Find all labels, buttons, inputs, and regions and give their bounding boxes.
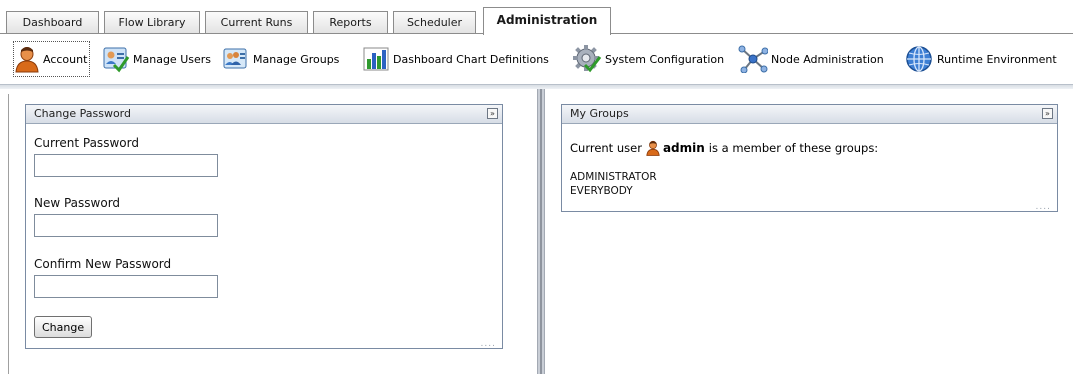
toolbar-system-configuration-label: System Configuration bbox=[605, 52, 725, 66]
tab-flow-library[interactable]: Flow Library bbox=[104, 11, 200, 34]
toolbar-account[interactable]: Account bbox=[13, 41, 91, 77]
toolbar-manage-users-label: Manage Users bbox=[133, 52, 211, 66]
change-button[interactable]: Change bbox=[34, 316, 93, 338]
group-item: EVERYBODY bbox=[570, 185, 633, 197]
collapse-icon[interactable]: » bbox=[487, 108, 498, 119]
gear-icon bbox=[572, 44, 602, 74]
tab-current-runs[interactable]: Current Runs bbox=[205, 11, 308, 34]
collapse-icon[interactable]: » bbox=[1042, 108, 1053, 119]
resize-grip[interactable]: .... bbox=[481, 340, 496, 349]
toolbar-manage-users[interactable]: Manage Users bbox=[102, 41, 211, 77]
toolbar-dashboard-chart-definitions-label: Dashboard Chart Definitions bbox=[393, 52, 549, 66]
toolbar-manage-groups-label: Manage Groups bbox=[253, 52, 340, 66]
tab-administration[interactable]: Administration bbox=[483, 7, 611, 35]
change-password-portlet: Change Password » Current Password New P… bbox=[25, 104, 503, 349]
toolbar-runtime-environment[interactable]: Runtime Environment bbox=[904, 41, 1057, 77]
manage-groups-icon bbox=[222, 45, 250, 73]
new-password-field[interactable] bbox=[34, 214, 218, 237]
user-icon bbox=[14, 45, 40, 73]
tab-reports[interactable]: Reports bbox=[313, 11, 388, 34]
pane-splitter[interactable] bbox=[537, 89, 545, 374]
manage-users-icon bbox=[102, 45, 130, 73]
toolbar-node-administration-label: Node Administration bbox=[771, 52, 884, 66]
change-password-header: Change Password » bbox=[26, 105, 502, 124]
toolbar-system-configuration[interactable]: System Configuration bbox=[572, 41, 724, 77]
current-username: admin bbox=[662, 141, 705, 155]
current-password-field[interactable] bbox=[34, 154, 218, 177]
globe-icon bbox=[904, 44, 934, 74]
user-icon bbox=[646, 140, 660, 156]
bar-chart-icon bbox=[362, 45, 390, 73]
my-groups-header: My Groups » bbox=[562, 105, 1057, 124]
my-groups-portlet: My Groups » Current user admin is a memb… bbox=[561, 104, 1058, 212]
new-password-label: New Password bbox=[34, 196, 121, 210]
toolbar-manage-groups[interactable]: Manage Groups bbox=[222, 41, 339, 77]
my-groups-title: My Groups bbox=[570, 107, 629, 120]
main-tab-bar: Dashboard Flow Library Current Runs Repo… bbox=[0, 0, 1073, 35]
tab-scheduler[interactable]: Scheduler bbox=[393, 11, 476, 34]
current-password-label: Current Password bbox=[34, 136, 139, 150]
change-password-title: Change Password bbox=[34, 107, 131, 120]
toolbar-runtime-environment-label: Runtime Environment bbox=[937, 52, 1057, 66]
group-item: ADMINISTRATOR bbox=[570, 171, 657, 183]
group-membership-text: Current user admin is a member of these … bbox=[570, 140, 878, 156]
resize-grip[interactable]: .... bbox=[1036, 203, 1051, 212]
membership-suffix: is a member of these groups: bbox=[708, 141, 879, 155]
confirm-password-label: Confirm New Password bbox=[34, 257, 172, 271]
nodes-icon bbox=[738, 45, 768, 73]
membership-prefix: Current user bbox=[570, 141, 642, 155]
toolbar-node-administration[interactable]: Node Administration bbox=[738, 41, 884, 77]
toolbar-dashboard-chart-definitions[interactable]: Dashboard Chart Definitions bbox=[362, 41, 549, 77]
tab-dashboard[interactable]: Dashboard bbox=[6, 11, 99, 34]
confirm-password-field[interactable] bbox=[34, 275, 218, 298]
toolbar-account-label: Account bbox=[43, 52, 88, 66]
admin-toolbar: Account Manage Users Manage Groups Dashb… bbox=[0, 34, 1073, 85]
